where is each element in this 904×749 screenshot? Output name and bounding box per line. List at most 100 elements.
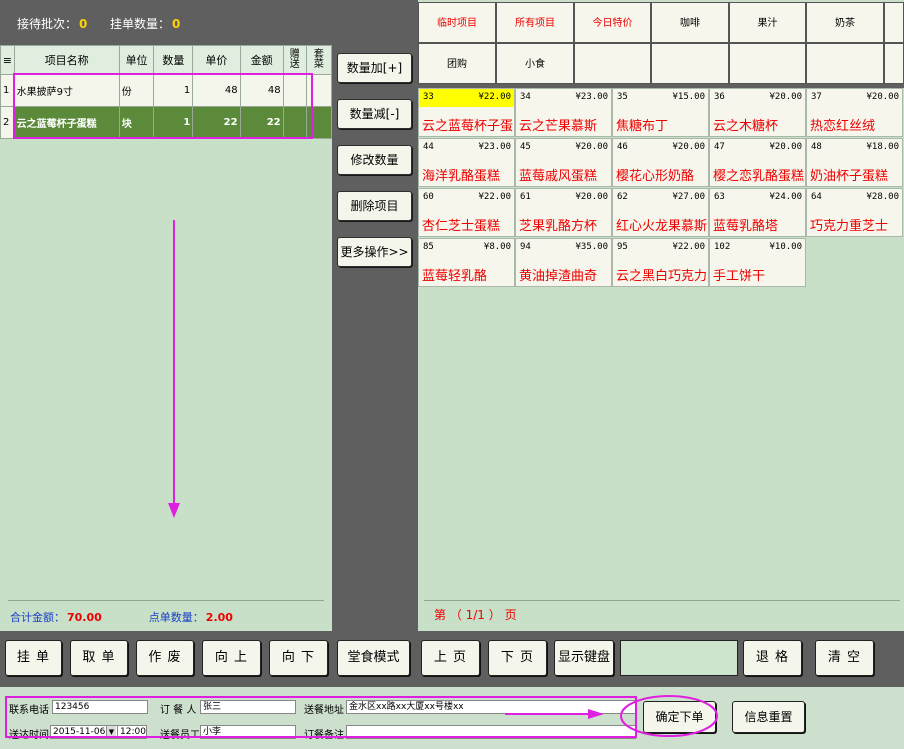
menu-item-tile[interactable]: 36 ¥20.00 云之木糖杯 [709,88,806,137]
column-amount[interactable]: 金额 [239,45,284,75]
column-menu-icon[interactable]: ≡ [0,45,15,75]
clear-button[interactable]: 清 空 [815,640,874,676]
tab-today-special[interactable]: 今日特价 [574,2,651,43]
chevron-down-icon[interactable]: ▼ [106,726,116,738]
tab-empty[interactable] [729,43,806,84]
row-set[interactable] [305,106,333,139]
dine-mode-button[interactable]: 堂食模式 [337,640,410,676]
menu-item-code: 63 [714,192,725,202]
menu-item-name: 云之芒果慕斯 [519,119,598,134]
menu-item-tile[interactable]: 34 ¥23.00 云之芒果慕斯 [515,88,612,137]
tab-empty[interactable] [884,2,904,43]
menu-item-code: 61 [520,192,531,202]
row-set[interactable] [305,74,333,107]
backspace-button[interactable]: 退 格 [743,640,802,676]
hold-value: 0 [172,17,181,31]
column-set-label: 套菜 [313,49,324,70]
qty-plus-button[interactable]: 数量加[+] [337,53,412,83]
column-gift-label: 赠送 [289,49,300,70]
column-gift[interactable]: 赠送 [282,45,307,75]
menu-item-name: 巧克力重芝士 [810,219,889,234]
edit-qty-button[interactable]: 修改数量 [337,145,412,175]
column-unit[interactable]: 单位 [118,45,155,75]
take-order-button[interactable]: 取 单 [70,640,128,676]
staff-field[interactable]: 小李 [200,725,296,739]
menu-item-name: 云之黑白巧克力 [616,269,708,284]
column-qty[interactable]: 数量 [153,45,194,75]
qty-minus-button[interactable]: 数量减[-] [337,99,412,129]
menu-item-tile[interactable]: 61 ¥20.00 芝果乳酪方杯 [515,188,612,237]
tab-juice[interactable]: 果汁 [729,2,806,43]
tab-empty[interactable] [884,43,904,84]
menu-item-header: 94 ¥35.00 [516,239,611,257]
menu-item-header: 46 ¥20.00 [613,139,708,157]
menu-item-name: 芝果乳酪方杯 [519,219,598,234]
tab-temp-items[interactable]: 临时项目 [418,2,496,43]
table-row[interactable]: 1 水果披萨9寸 份 1 48 48 [0,74,333,107]
menu-item-tile[interactable]: 35 ¥15.00 焦糖布丁 [612,88,709,137]
row-item-name: 云之蓝莓杯子蛋糕 [13,106,120,139]
menu-item-header: 35 ¥15.00 [613,89,708,107]
tab-all-items[interactable]: 所有项目 [496,2,574,43]
menu-item-price: ¥27.00 [672,192,705,202]
tab-empty[interactable] [806,43,884,84]
row-unit: 份 [118,74,155,107]
show-keyboard-button[interactable]: 显示键盘 [554,640,614,676]
menu-item-name: 蓝莓轻乳酪 [422,269,488,284]
row-gift[interactable] [282,74,307,107]
menu-item-tile[interactable]: 47 ¥20.00 樱之恋乳酪蛋糕 [709,138,806,187]
prev-page-button[interactable]: 上 页 [421,640,480,676]
menu-item-tile[interactable]: 46 ¥20.00 樱花心形奶酪 [612,138,709,187]
row-price: 22 [192,106,241,139]
tab-milk-tea[interactable]: 奶茶 [806,2,884,43]
menu-item-tile[interactable]: 45 ¥20.00 蓝莓戚风蛋糕 [515,138,612,187]
more-ops-button[interactable]: 更多操作>> [337,237,412,267]
move-down-button[interactable]: 向 下 [269,640,328,676]
menu-item-code: 35 [617,92,628,102]
menu-item-tile[interactable]: 63 ¥24.00 蓝莓乳酪塔 [709,188,806,237]
column-item-name[interactable]: 项目名称 [13,45,120,75]
tab-group-buy[interactable]: 团购 [418,43,496,84]
tab-coffee[interactable]: 咖啡 [651,2,729,43]
void-order-button[interactable]: 作 废 [136,640,194,676]
row-gift[interactable] [282,106,307,139]
next-page-button[interactable]: 下 页 [488,640,547,676]
menu-item-tile[interactable]: 102 ¥10.00 手工饼干 [709,238,806,287]
hang-order-button[interactable]: 挂 单 [5,640,62,676]
menu-item-header: 102 ¥10.00 [710,239,805,257]
total-count-value: 2.00 [205,611,233,624]
column-price[interactable]: 单价 [192,45,241,75]
menu-item-tile[interactable]: 94 ¥35.00 黄油掉渣曲奇 [515,238,612,287]
row-amount: 22 [239,106,284,139]
menu-item-tile[interactable]: 44 ¥23.00 海洋乳酪蛋糕 [418,138,515,187]
menu-item-tile[interactable]: 64 ¥28.00 巧克力重芝士 [806,188,903,237]
row-item-name: 水果披萨9寸 [13,74,120,107]
menu-item-tile[interactable]: 85 ¥8.00 蓝莓轻乳酪 [418,238,515,287]
column-set[interactable]: 套菜 [305,45,333,75]
tab-snacks[interactable]: 小食 [496,43,574,84]
reset-info-button[interactable]: 信息重置 [732,701,805,733]
keyboard-input[interactable] [620,640,738,676]
confirm-order-button[interactable]: 确定下单 [643,701,716,733]
menu-item-tile[interactable]: 37 ¥20.00 热恋红丝绒 [806,88,903,137]
address-field[interactable]: 金水区xx路xx大厦xx号楼xx [346,700,636,714]
menu-item-tile[interactable]: 33 ¥22.00 云之蓝莓杯子蛋 [418,88,515,137]
menu-item-code: 85 [423,242,434,252]
menu-item-tile[interactable]: 60 ¥22.00 杏仁芝士蛋糕 [418,188,515,237]
delete-item-button[interactable]: 删除项目 [337,191,412,221]
note-field[interactable] [346,725,636,739]
menu-item-tile[interactable]: 62 ¥27.00 红心火龙果慕斯 [612,188,709,237]
move-up-button[interactable]: 向 上 [202,640,261,676]
menu-item-tile[interactable]: 48 ¥18.00 奶油杯子蛋糕 [806,138,903,187]
tab-empty[interactable] [574,43,651,84]
time-field[interactable]: 12:00 [117,725,147,739]
table-row-selected[interactable]: 2 云之蓝莓杯子蛋糕 块 1 22 22 [0,106,333,139]
menu-item-header: 48 ¥18.00 [807,139,902,157]
menu-item-header: 37 ¥20.00 [807,89,902,107]
menu-item-header: 45 ¥20.00 [516,139,611,157]
menu-item-tile[interactable]: 95 ¥22.00 云之黑白巧克力 [612,238,709,287]
orderer-field[interactable]: 张三 [200,700,296,714]
phone-field[interactable]: 123456 [52,700,148,714]
tab-empty[interactable] [651,43,729,84]
menu-item-name: 手工饼干 [713,269,766,284]
